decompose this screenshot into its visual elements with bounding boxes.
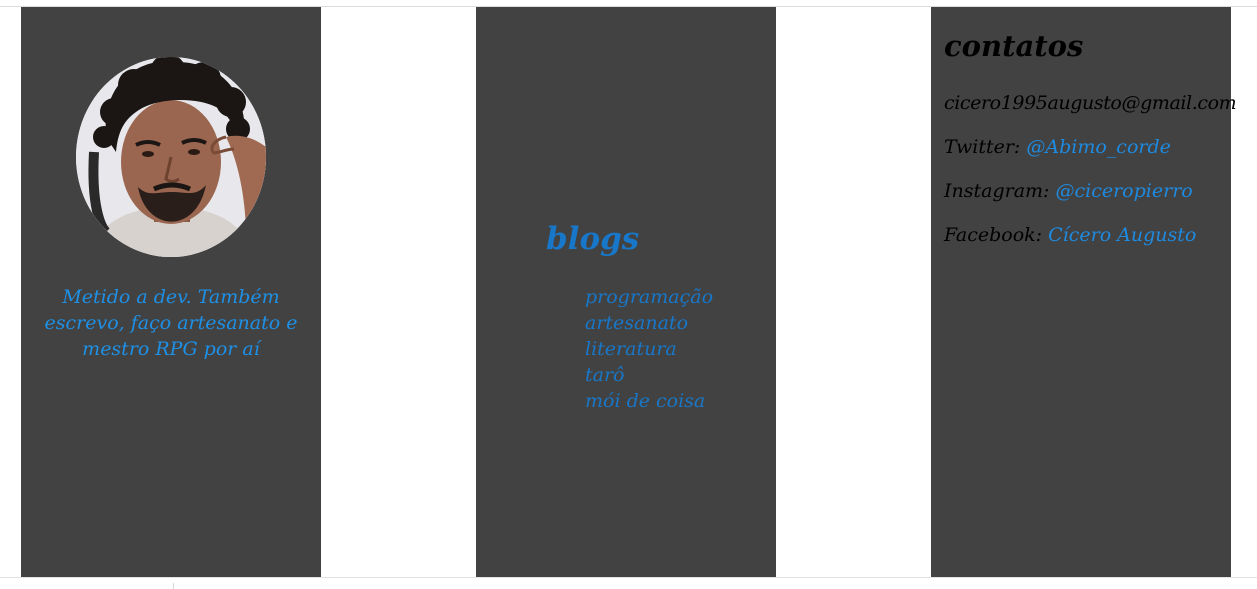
blog-link-moi-de-coisa[interactable]: mói de coisa [585, 388, 713, 414]
twitter-link[interactable]: @Abimo_corde [1026, 136, 1171, 158]
blog-link-literatura[interactable]: literatura [585, 336, 713, 362]
facebook-link[interactable]: Cícero Augusto [1048, 224, 1196, 246]
contact-email: cicero1995augusto@gmail.com [944, 92, 1237, 114]
contacts-column: contatos cicero1995augusto@gmail.com Twi… [931, 7, 1237, 577]
bottom-divider [0, 577, 1257, 578]
blog-list: programação artesanato literatura tarô m… [585, 284, 713, 414]
blog-link-programacao[interactable]: programação [585, 284, 713, 310]
twitter-label: Twitter: [944, 136, 1021, 158]
profile-column: Metido a dev. Também escrevo, faço artes… [21, 7, 321, 577]
blog-link-taro[interactable]: tarô [585, 362, 713, 388]
blogs-heading: blogs [546, 221, 640, 257]
instagram-label: Instagram: [944, 180, 1050, 202]
page: Metido a dev. Também escrevo, faço artes… [0, 0, 1257, 589]
contacts-heading: contatos [944, 29, 1084, 63]
contact-twitter: Twitter: @Abimo_corde [944, 134, 1171, 160]
instagram-link[interactable]: @ciceropierro [1056, 180, 1193, 202]
scroll-marker [173, 583, 174, 589]
facebook-label: Facebook: [944, 224, 1043, 246]
blogs-column: blogs programação artesanato literatura … [476, 7, 776, 577]
avatar-photo [76, 57, 266, 257]
contact-facebook: Facebook: Cícero Augusto [944, 222, 1196, 248]
bio-text: Metido a dev. Também escrevo, faço artes… [44, 286, 298, 360]
avatar [76, 57, 266, 257]
contact-instagram: Instagram: @ciceropierro [944, 178, 1193, 204]
blog-link-artesanato[interactable]: artesanato [585, 310, 713, 336]
